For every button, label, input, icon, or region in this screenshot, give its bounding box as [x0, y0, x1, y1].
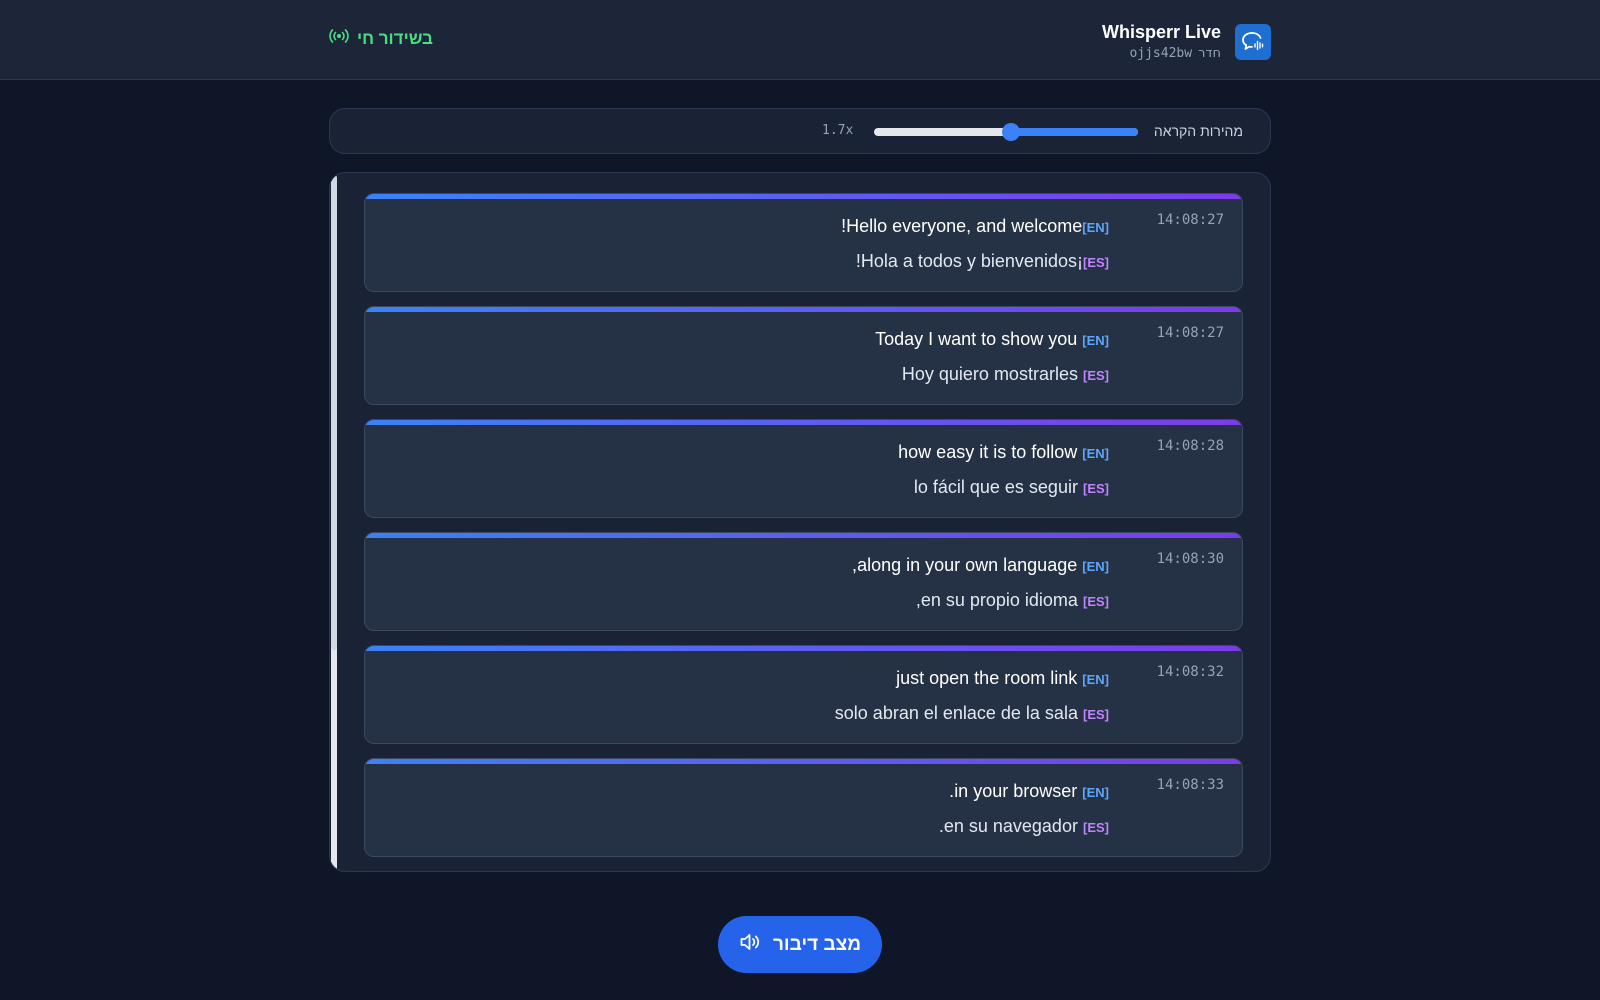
spanish-line: [ES] en su propio idioma, — [916, 590, 1109, 611]
broadcast-icon — [329, 28, 349, 49]
speaker-icon — [739, 932, 761, 958]
en-tag: [EN] — [1082, 333, 1109, 348]
transcript-card: 14:08:28 [EN] how easy it is to follow [… — [364, 419, 1243, 518]
message-time: 14:08:30 — [1156, 551, 1224, 567]
room-code: ojjs42bw — [1129, 46, 1193, 61]
message-time: 14:08:33 — [1156, 777, 1224, 793]
brand-text: Whisperr Live חדר ojjs42bw — [1102, 22, 1221, 62]
spanish-text: Hoy quiero mostrarles — [901, 364, 1078, 384]
english-line: [EN]Hello everyone, and welcome! — [841, 216, 1109, 237]
english-text: in your browser. — [949, 781, 1078, 801]
es-tag: [ES] — [1082, 481, 1109, 496]
message-time: 14:08:27 — [1156, 325, 1224, 341]
english-text: Today I want to show you — [875, 329, 1078, 349]
spanish-line: [ES] lo fácil que es seguir — [914, 477, 1109, 498]
english-line: [EN] along in your own language, — [852, 555, 1109, 576]
spanish-text: en su propio idioma, — [915, 590, 1078, 610]
transcript-card: 14:08:30 [EN] along in your own language… — [364, 532, 1243, 631]
speed-label: מהירות הקראה — [1153, 123, 1243, 139]
scrollbar[interactable] — [331, 175, 337, 871]
es-tag: [ES] — [1082, 255, 1109, 270]
spanish-text: solo abran el enlace de la sala — [834, 703, 1078, 723]
english-text: Hello everyone, and welcome! — [841, 216, 1083, 236]
spanish-line: [ES]¡Hola a todos y bienvenidos! — [856, 251, 1109, 272]
english-text: along in your own language, — [852, 555, 1078, 575]
chat-sound-icon — [1235, 24, 1271, 60]
en-tag: [EN] — [1082, 220, 1109, 235]
room-label: חדר — [1198, 46, 1221, 61]
live-status-text: בשידור חי — [357, 28, 433, 48]
spanish-text: lo fácil que es seguir — [913, 477, 1078, 497]
english-line: [EN] how easy it is to follow — [898, 442, 1109, 463]
spanish-text: ¡Hola a todos y bienvenidos! — [855, 251, 1083, 271]
speed-control: מהירות הקראה 1.7x — [329, 108, 1271, 154]
scrollbar-thumb[interactable] — [331, 175, 337, 650]
es-tag: [ES] — [1082, 594, 1109, 609]
english-line: [EN] just open the room link — [896, 668, 1109, 689]
speed-slider-thumb[interactable] — [1002, 123, 1021, 141]
app-title: Whisperr Live — [1101, 22, 1221, 42]
transcript-card: 14:08:27 [EN]Hello everyone, and welcome… — [364, 193, 1243, 292]
speed-slider[interactable] — [874, 123, 1138, 141]
en-tag: [EN] — [1082, 559, 1109, 574]
en-tag: [EN] — [1082, 446, 1109, 461]
transcript-feed[interactable]: 14:08:27 [EN]Hello everyone, and welcome… — [329, 172, 1271, 872]
speed-slider-fill — [1011, 128, 1138, 136]
speak-mode-button[interactable]: מצב דיבור — [718, 916, 882, 973]
transcript-card: 14:08:32 [EN] just open the room link [E… — [364, 645, 1243, 744]
spanish-line: [ES] en su navegador. — [939, 816, 1109, 837]
spanish-line: [ES] solo abran el enlace de la sala — [835, 703, 1109, 724]
es-tag: [ES] — [1082, 820, 1109, 835]
transcript-card: 14:08:27 [EN] Today I want to show you [… — [364, 306, 1243, 405]
app-header: Whisperr Live חדר ojjs42bw בשידור חי — [0, 0, 1600, 80]
room-info: חדר ojjs42bw — [1102, 45, 1221, 62]
live-status: בשידור חי — [329, 28, 433, 49]
message-time: 14:08:27 — [1156, 212, 1224, 228]
spanish-line: [ES] Hoy quiero mostrarles — [902, 364, 1109, 385]
spanish-text: en su navegador. — [938, 816, 1078, 836]
english-text: just open the room link — [896, 668, 1078, 688]
speed-value: 1.7x — [822, 123, 854, 138]
brand: Whisperr Live חדר ojjs42bw — [1102, 22, 1271, 62]
english-line: [EN] Today I want to show you — [875, 329, 1109, 350]
en-tag: [EN] — [1082, 672, 1109, 687]
english-line: [EN] in your browser. — [949, 781, 1109, 802]
message-time: 14:08:28 — [1156, 438, 1224, 454]
speak-mode-label: מצב דיבור — [772, 933, 862, 955]
transcript-card: 14:08:33 [EN] in your browser. [ES] en s… — [364, 758, 1243, 857]
en-tag: [EN] — [1082, 785, 1109, 800]
english-text: how easy it is to follow — [898, 442, 1078, 462]
es-tag: [ES] — [1082, 368, 1109, 383]
es-tag: [ES] — [1082, 707, 1109, 722]
message-time: 14:08:32 — [1156, 664, 1224, 680]
